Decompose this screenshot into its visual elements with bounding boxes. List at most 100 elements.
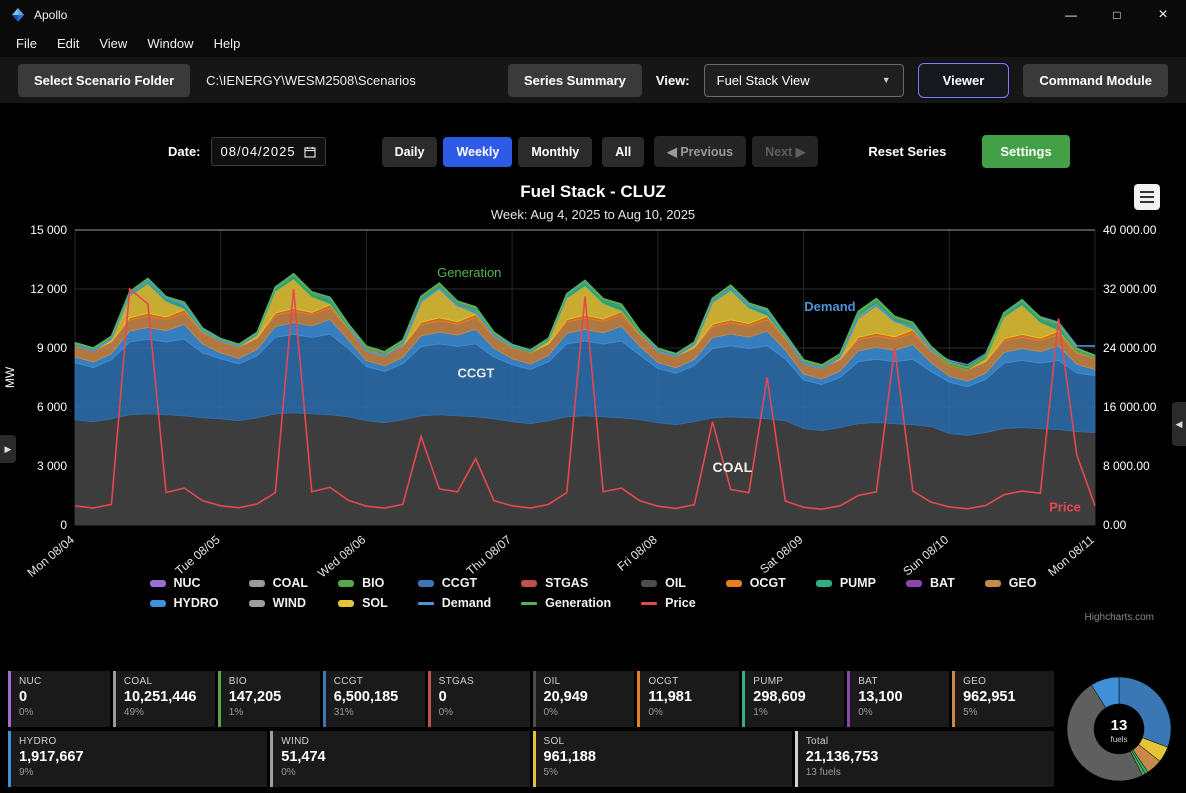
legend-marker — [641, 579, 658, 587]
stat-card-bat: BAT 13,100 0% — [847, 671, 950, 727]
legend-marker — [521, 601, 538, 605]
svg-text:8 000.00: 8 000.00 — [1103, 459, 1150, 473]
left-panel-toggle[interactable]: ▶ — [0, 435, 16, 463]
stat-sub: 1% — [753, 707, 768, 718]
svg-text:Mon 08/11: Mon 08/11 — [1045, 532, 1097, 579]
svg-text:COAL: COAL — [713, 459, 753, 475]
toolbar: Select Scenario Folder C:\IENERGY\WESM25… — [0, 57, 1186, 103]
legend-marker — [248, 599, 265, 607]
chart-menu-button[interactable] — [1134, 184, 1160, 210]
series-summary-button[interactable]: Series Summary — [508, 63, 642, 97]
legend-item-coal[interactable]: COAL — [248, 576, 308, 590]
next-button[interactable]: Next ▶ — [752, 136, 819, 167]
app-title: Apollo — [34, 8, 68, 22]
stat-name: OIL — [543, 676, 561, 687]
select-scenario-folder-button[interactable]: Select Scenario Folder — [18, 63, 191, 97]
legend-item-bat[interactable]: BAT — [905, 576, 955, 590]
stat-sub: 49% — [123, 707, 144, 718]
stat-sub: 0% — [858, 707, 873, 718]
viewer-button[interactable]: Viewer — [917, 62, 1010, 98]
legend-label: STGAS — [545, 576, 589, 590]
previous-button[interactable]: ◀ Previous — [654, 136, 747, 167]
legend-item-pump[interactable]: PUMP — [815, 576, 876, 590]
stat-name: BIO — [228, 676, 247, 687]
svg-text:6 000: 6 000 — [37, 400, 67, 414]
legend-item-nuc[interactable]: NUC — [149, 576, 219, 590]
menu-help[interactable]: Help — [204, 32, 251, 55]
stat-value: 21,136,753 — [805, 749, 879, 765]
menu-window[interactable]: Window — [137, 32, 203, 55]
command-module-button[interactable]: Command Module — [1023, 63, 1168, 97]
calendar-icon — [303, 146, 316, 158]
svg-text:Fri 08/08: Fri 08/08 — [615, 532, 661, 573]
legend-marker — [725, 579, 742, 587]
menu-edit[interactable]: Edit — [47, 32, 89, 55]
daily-button[interactable]: Daily — [381, 136, 438, 167]
stat-value: 147,205 — [228, 689, 282, 705]
legend-label: HYDRO — [173, 596, 219, 610]
legend-item-hydro[interactable]: HYDRO — [149, 596, 219, 610]
all-button[interactable]: All — [602, 136, 645, 167]
stat-name: STGAS — [438, 676, 474, 687]
legend-marker — [149, 579, 166, 587]
stat-name: OCGT — [648, 676, 679, 687]
stat-card-geo: GEO 962,951 5% — [952, 671, 1054, 727]
legend-item-ocgt[interactable]: OCGT — [725, 576, 786, 590]
legend-item-bio[interactable]: BIO — [338, 576, 388, 590]
legend-item-demand[interactable]: Demand — [417, 596, 491, 610]
stat-sub: 13 fuels — [805, 767, 841, 778]
stat-name: NUC — [19, 676, 42, 687]
svg-text:Mon 08/04: Mon 08/04 — [24, 532, 77, 579]
view-select[interactable]: Fuel Stack View ▼ — [703, 63, 904, 97]
svg-text:3 000: 3 000 — [37, 459, 67, 473]
stat-value: 6,500,185 — [333, 689, 399, 705]
svg-text:12 000: 12 000 — [30, 282, 67, 296]
stat-card-pump: PUMP 298,609 1% — [742, 671, 845, 727]
stat-value: 0 — [19, 689, 28, 705]
fuel-mix-pie: 13 fuels — [1060, 671, 1178, 787]
legend-item-wind[interactable]: WIND — [248, 596, 308, 610]
svg-text:Generation: Generation — [437, 265, 501, 280]
settings-button[interactable]: Settings — [982, 135, 1070, 168]
stat-card-total: Total 21,136,753 13 fuels — [794, 731, 1054, 787]
stat-name: SOL — [543, 736, 565, 747]
legend-item-geo[interactable]: GEO — [984, 576, 1037, 590]
stat-value: 51,474 — [281, 749, 326, 765]
stat-value: 298,609 — [753, 689, 806, 705]
date-input[interactable]: 08/04/2025 — [210, 137, 326, 166]
legend-item-ccgt[interactable]: CCGT — [417, 576, 491, 590]
maximize-button[interactable]: □ — [1094, 0, 1140, 30]
legend-item-generation[interactable]: Generation — [521, 596, 611, 610]
weekly-button[interactable]: Weekly — [443, 136, 513, 167]
svg-text:32 000.00: 32 000.00 — [1103, 282, 1157, 296]
menu-file[interactable]: File — [6, 32, 47, 55]
legend-marker — [521, 579, 538, 587]
monthly-button[interactable]: Monthly — [518, 136, 593, 167]
stat-value: 1,917,667 — [19, 749, 84, 765]
menubar: File Edit View Window Help — [0, 30, 1186, 57]
stat-card-oil: OIL 20,949 0% — [532, 671, 635, 727]
legend-item-oil[interactable]: OIL — [641, 576, 696, 590]
fuel-stack-chart[interactable]: Fuel Stack - CLUZ Week: Aug 4, 2025 to A… — [0, 182, 1186, 623]
reset-series-button[interactable]: Reset Series — [862, 143, 952, 160]
stat-value: 0 — [438, 689, 447, 705]
menu-view[interactable]: View — [89, 32, 137, 55]
close-button[interactable]: × — [1140, 0, 1186, 30]
right-panel-toggle[interactable]: ◀ — [1172, 402, 1186, 446]
svg-text:Tue 08/05: Tue 08/05 — [173, 532, 223, 577]
legend-label: CCGT — [441, 576, 478, 590]
minimize-button[interactable]: — — [1048, 0, 1094, 30]
stat-value: 10,251,446 — [123, 689, 197, 705]
legend-item-sol[interactable]: SOL — [338, 596, 388, 610]
svg-text:Demand: Demand — [804, 299, 855, 314]
chart-legend: NUC COAL BIO CCGT STGAS OIL OCGT PUMP BAT GEO HYDR… — [0, 576, 1186, 610]
stat-card-wind: WIND 51,474 0% — [270, 731, 530, 787]
chart-subtitle: Week: Aug 4, 2025 to Aug 10, 2025 — [490, 207, 696, 222]
legend-item-price[interactable]: Price — [641, 596, 696, 610]
legend-item-stgas[interactable]: STGAS — [521, 576, 611, 590]
chart-title: Fuel Stack - CLUZ — [520, 182, 666, 201]
chart-canvas[interactable]: 0 0.00 3 000 8 000.00 6 000 16 000.00 9 000 24 … — [0, 224, 1186, 592]
stat-name: BAT — [858, 676, 878, 687]
legend-marker — [338, 599, 355, 607]
stat-card-nuc: NUC 0 0% — [8, 671, 110, 727]
